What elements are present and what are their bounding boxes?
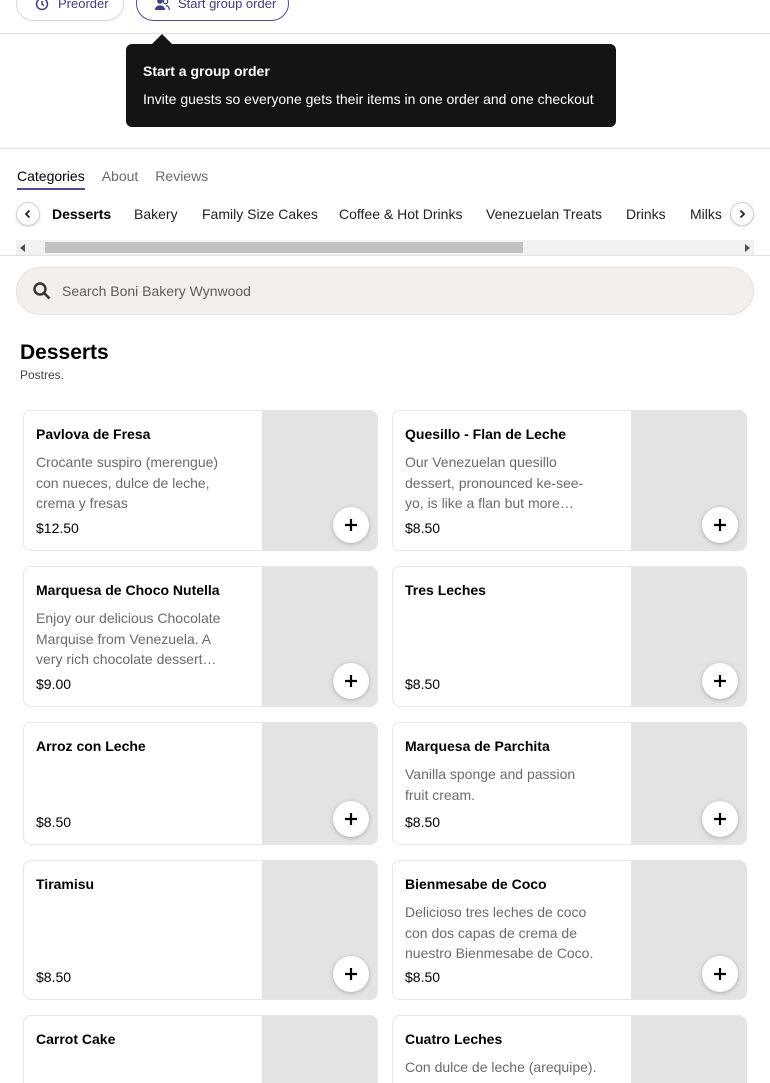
menu-item-card[interactable]: Bienmesabe de Coco Delicioso tres leches…: [392, 860, 747, 1000]
add-item-button[interactable]: [702, 663, 738, 699]
menu-item-card[interactable]: Tiramisu $8.50: [23, 860, 378, 1000]
category-scroller: Desserts Bakery Family Size Cakes Coffee…: [0, 200, 770, 228]
scroll-right-button[interactable]: [731, 203, 753, 225]
add-item-button[interactable]: [702, 801, 738, 837]
category-coffee-hot-drinks[interactable]: Coffee & Hot Drinks: [339, 206, 462, 222]
divider: [0, 255, 770, 256]
item-description: Enjoy our delicious Chocolate Marquise f…: [36, 610, 221, 667]
scroll-left-button[interactable]: [17, 203, 39, 225]
item-price: $8.50: [405, 814, 441, 830]
item-description: Con dulce de leche (arequipe).: [405, 1059, 597, 1075]
item-price: $9.00: [36, 676, 72, 692]
item-price: $8.50: [405, 969, 441, 985]
group-order-tooltip: Start a group order Invite guests so eve…: [126, 34, 616, 127]
item-name: Marquesa de Parchita: [405, 738, 550, 754]
category-desserts[interactable]: Desserts: [52, 206, 111, 222]
divider: [0, 148, 770, 149]
search-input[interactable]: [62, 283, 682, 299]
item-name: Tiramisu: [36, 876, 95, 892]
add-item-button[interactable]: [333, 663, 369, 699]
group-icon: [154, 0, 170, 12]
tab-about[interactable]: About: [102, 166, 139, 190]
scrollbar-left-arrow[interactable]: [20, 244, 25, 252]
item-name: Cuatro Leches: [405, 1031, 503, 1047]
store-search-bar[interactable]: [16, 267, 754, 315]
scrollbar-thumb[interactable]: [45, 242, 523, 253]
category-bakery[interactable]: Bakery: [134, 206, 178, 222]
add-item-button[interactable]: [333, 801, 369, 837]
plus-icon: [345, 675, 357, 687]
plus-icon: [345, 813, 357, 825]
tab-reviews[interactable]: Reviews: [155, 166, 208, 190]
tooltip-arrow: [152, 34, 172, 44]
item-description: Vanilla sponge and passion fruit cream.: [405, 766, 576, 803]
chevron-right-icon: [739, 209, 746, 219]
item-name: Tres Leches: [405, 582, 486, 598]
search-icon: [31, 280, 53, 302]
add-item-button[interactable]: [333, 956, 369, 992]
menu-item-card[interactable]: Arroz con Leche $8.50: [23, 722, 378, 845]
add-item-button[interactable]: [702, 956, 738, 992]
item-image: [262, 1016, 377, 1083]
item-description: Our Venezuelan quesillo dessert, pronoun…: [405, 454, 584, 511]
category-family-size-cakes[interactable]: Family Size Cakes: [202, 206, 318, 222]
section-subtitle: Postres.: [20, 368, 65, 382]
category-list: Desserts Bakery Family Size Cakes Coffee…: [0, 200, 725, 228]
item-image: [631, 1016, 746, 1083]
tooltip-body: Invite guests so everyone gets their ite…: [143, 91, 594, 107]
menu-item-card[interactable]: Tres Leches $8.50: [392, 566, 747, 707]
item-name: Marquesa de Choco Nutella: [36, 582, 220, 598]
menu-item-card[interactable]: Cuatro Leches Con dulce de leche (arequi…: [392, 1015, 747, 1083]
horizontal-scrollbar[interactable]: [16, 240, 754, 255]
item-price: $8.50: [405, 520, 441, 536]
top-action-bar: Preorder Start group order: [0, 0, 770, 34]
category-drinks[interactable]: Drinks: [626, 206, 666, 222]
item-price: $8.50: [36, 814, 72, 830]
plus-icon: [714, 813, 726, 825]
plus-icon: [714, 675, 726, 687]
item-name: Bienmesabe de Coco: [405, 876, 547, 892]
category-milks[interactable]: Milks: [690, 206, 722, 222]
section-tabs: Categories About Reviews: [17, 166, 208, 190]
item-price: $12.50: [36, 520, 79, 536]
item-description: Delicioso tres leches de coco con dos ca…: [405, 904, 594, 961]
menu-item-card[interactable]: Pavlova de Fresa Crocante suspiro (meren…: [23, 410, 378, 551]
category-venezuelan-treats[interactable]: Venezuelan Treats: [486, 206, 602, 222]
menu-item-card[interactable]: Carrot Cake: [23, 1015, 378, 1083]
item-name: Carrot Cake: [36, 1031, 116, 1047]
chevron-left-icon: [24, 209, 31, 219]
scrollbar-right-arrow[interactable]: [745, 244, 750, 252]
item-price: $8.50: [36, 969, 72, 985]
add-item-button[interactable]: [333, 507, 369, 543]
item-name: Arroz con Leche: [36, 738, 146, 754]
group-order-label: Start group order: [178, 0, 277, 11]
add-item-button[interactable]: [702, 507, 738, 543]
plus-icon: [714, 519, 726, 531]
menu-item-card[interactable]: Marquesa de Choco Nutella Enjoy our deli…: [23, 566, 378, 707]
item-name: Pavlova de Fresa: [36, 426, 151, 442]
menu-item-card[interactable]: Marquesa de Parchita Vanilla sponge and …: [392, 722, 747, 845]
preorder-label: Preorder: [58, 0, 109, 11]
plus-icon: [714, 968, 726, 980]
plus-icon: [345, 968, 357, 980]
tooltip-title: Start a group order: [143, 63, 270, 79]
menu-item-card[interactable]: Quesillo - Flan de Leche Our Venezuelan …: [392, 410, 747, 551]
section-title: Desserts: [20, 341, 109, 364]
plus-icon: [345, 519, 357, 531]
item-name: Quesillo - Flan de Leche: [405, 426, 567, 442]
item-price: $8.50: [405, 676, 441, 692]
preorder-button[interactable]: Preorder: [16, 0, 124, 21]
tab-categories[interactable]: Categories: [17, 166, 85, 190]
clock-icon: [34, 0, 50, 12]
item-description: Crocante suspiro (merengue) con nueces, …: [36, 454, 219, 511]
start-group-order-button[interactable]: Start group order: [136, 0, 289, 21]
